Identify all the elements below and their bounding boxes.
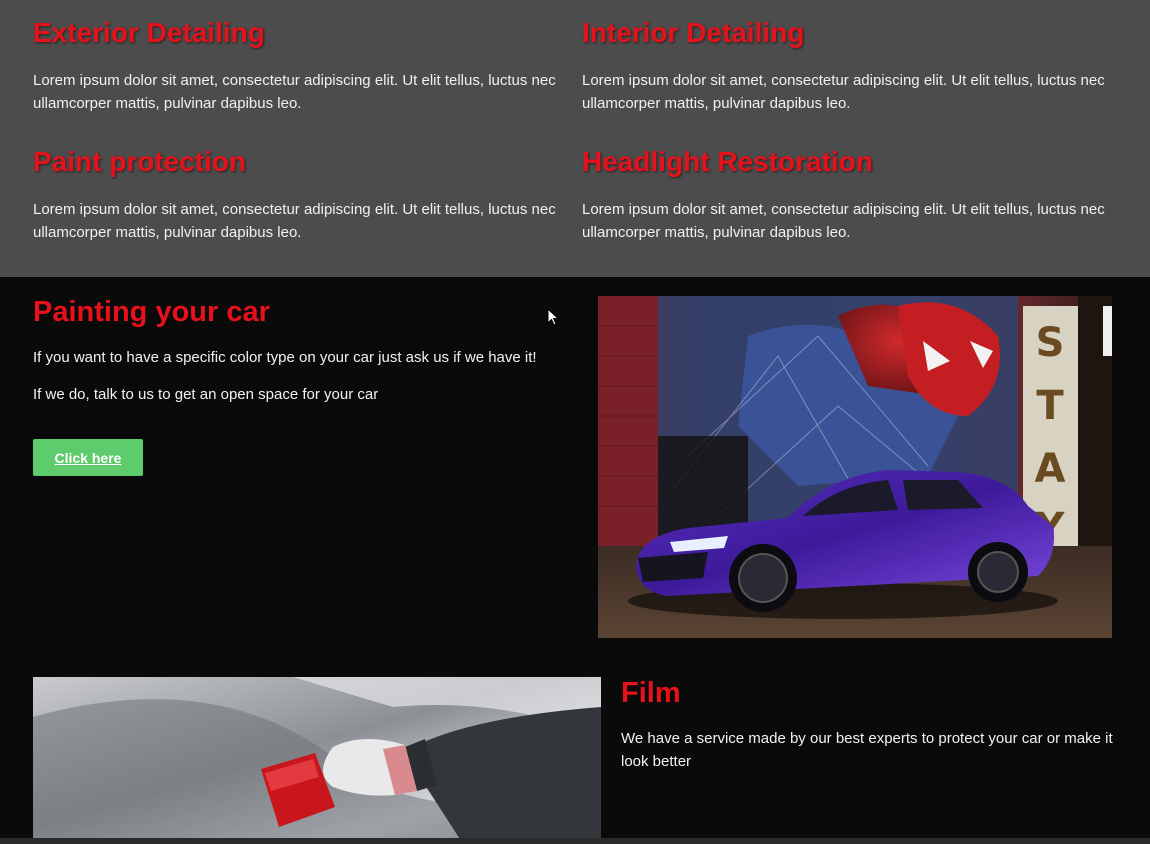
service-interior-detailing: Interior Detailing Lorem ipsum dolor sit… [582, 16, 1112, 115]
film-application-photo [33, 677, 601, 844]
service-title: Paint protection [33, 146, 247, 177]
service-title: Headlight Restoration [582, 146, 873, 177]
service-paint-protection: Paint protection Lorem ipsum dolor sit a… [33, 145, 563, 244]
service-headlight-restoration: Headlight Restoration Lorem ipsum dolor … [582, 145, 1112, 244]
film-title: Film [621, 677, 681, 709]
painting-section: Painting your car If you want to have a … [0, 277, 1150, 844]
sign-letter-a: A [1035, 446, 1066, 492]
sign-letter-s: S [1036, 320, 1065, 366]
bottom-edge-bar [0, 838, 1150, 844]
purple-car-photo: S T A Y [598, 296, 1112, 638]
service-title: Interior Detailing [582, 17, 805, 48]
services-section: Exterior Detailing Lorem ipsum dolor sit… [0, 0, 1150, 277]
painting-text-2: If we do, talk to us to get an open spac… [33, 386, 379, 403]
painting-text-1: If you want to have a specific color typ… [33, 349, 537, 366]
service-exterior-detailing: Exterior Detailing Lorem ipsum dolor sit… [33, 16, 563, 115]
service-title: Exterior Detailing [33, 17, 265, 48]
click-here-button[interactable]: Click here [33, 439, 143, 476]
sign-letter-t: T [1036, 383, 1064, 429]
mouse-cursor-icon [547, 308, 559, 326]
service-description: Lorem ipsum dolor sit amet, consectetur … [582, 201, 1105, 241]
service-description: Lorem ipsum dolor sit amet, consectetur … [33, 201, 556, 241]
painting-title: Painting your car [33, 296, 270, 328]
film-description: We have a service made by our best exper… [621, 730, 1113, 770]
service-description: Lorem ipsum dolor sit amet, consectetur … [582, 72, 1105, 112]
service-description: Lorem ipsum dolor sit amet, consectetur … [33, 72, 556, 112]
